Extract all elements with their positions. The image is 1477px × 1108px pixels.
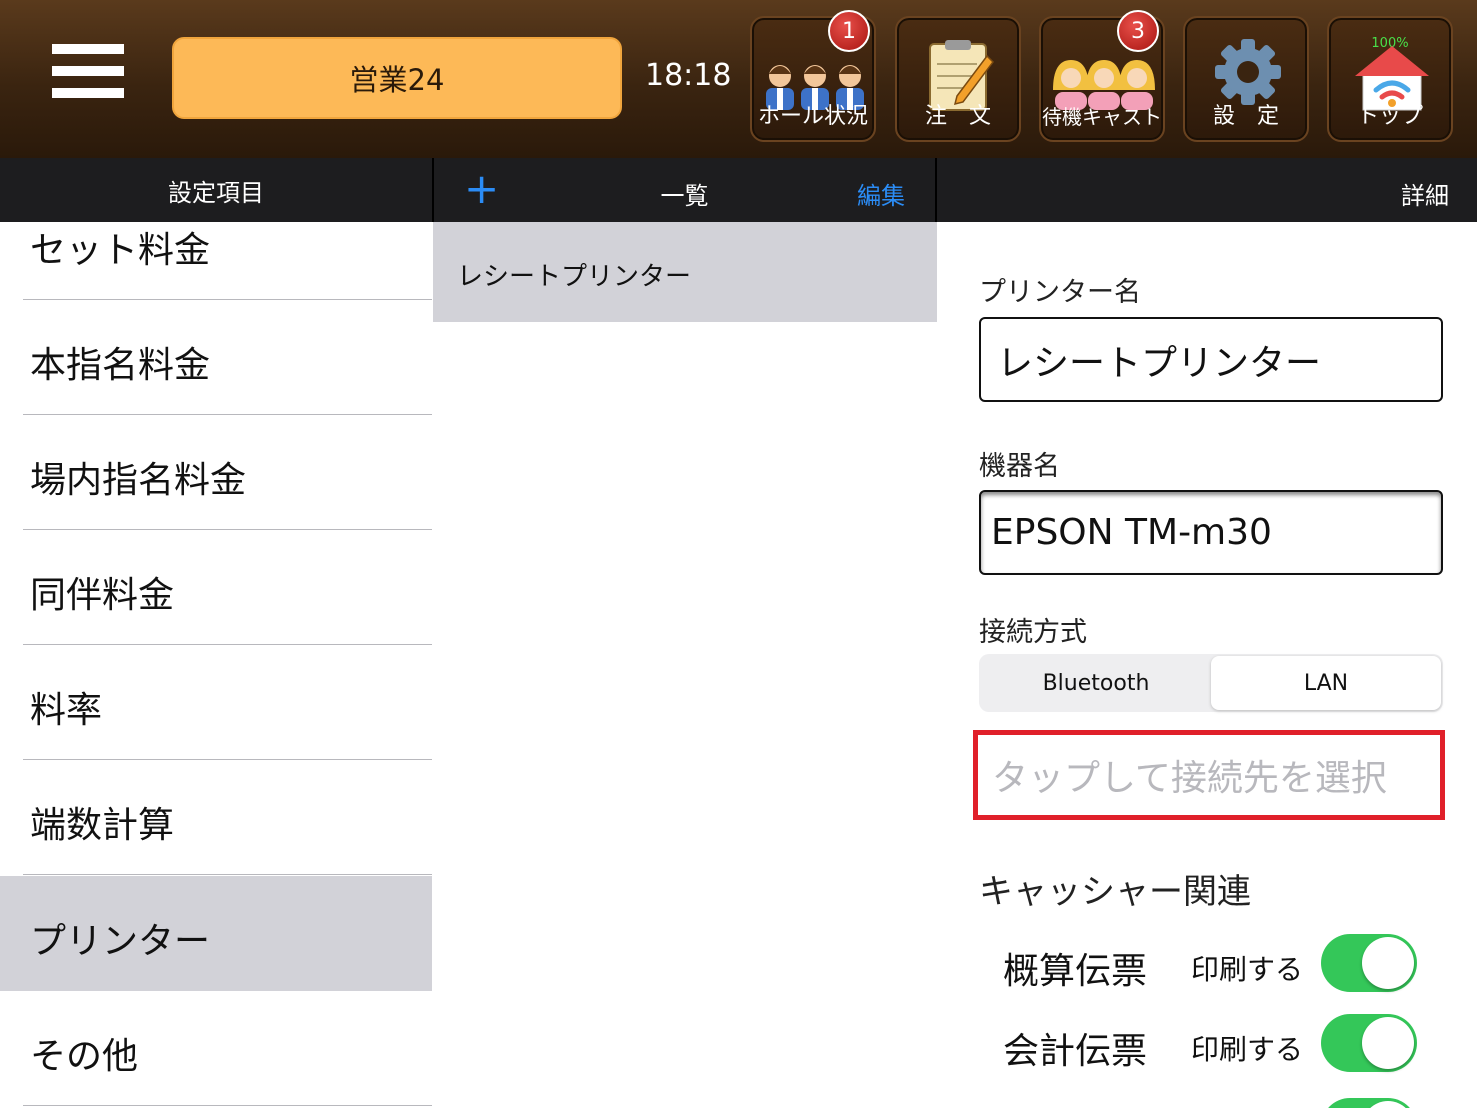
settings-label: 設 定 bbox=[1212, 104, 1279, 129]
hall-status-badge: 1 bbox=[828, 10, 870, 52]
list-item[interactable]: レシートプリンター bbox=[433, 222, 937, 322]
connection-option-bluetooth[interactable]: Bluetooth bbox=[981, 656, 1211, 710]
hall-status-label: ホール状況 bbox=[757, 104, 868, 129]
order-button[interactable]: 注 文 bbox=[895, 16, 1021, 142]
top-label: トップ bbox=[1356, 104, 1423, 129]
settings-item-other[interactable]: その他 bbox=[0, 991, 432, 1106]
settings-item-rate[interactable]: 料率 bbox=[0, 645, 432, 760]
connection-option-lan[interactable]: LAN bbox=[1211, 656, 1441, 710]
settings-button[interactable]: 設 定 bbox=[1183, 16, 1309, 142]
estimate-slip-state: 印刷する bbox=[1191, 953, 1304, 986]
connection-method-segmented-control: Bluetooth LAN bbox=[979, 654, 1443, 712]
estimate-slip-toggle[interactable] bbox=[1321, 934, 1417, 992]
settings-item-set-fee[interactable]: セット料金 bbox=[0, 222, 432, 300]
clock: 18:18 bbox=[645, 58, 732, 93]
device-name-field[interactable]: EPSON TM-m30 bbox=[979, 490, 1443, 575]
edit-button[interactable]: 編集 bbox=[857, 176, 905, 211]
menu-icon[interactable] bbox=[52, 44, 124, 108]
cashier-section-title: キャッシャー関連 bbox=[979, 872, 1251, 912]
order-label: 注 文 bbox=[924, 104, 991, 129]
printer-name-label: プリンター名 bbox=[979, 277, 1141, 308]
settings-item-main-nomination[interactable]: 本指名料金 bbox=[0, 300, 432, 415]
hall-status-button[interactable]: 1 ホール状況 bbox=[750, 10, 876, 142]
checkout-slip-row: 会計伝票 印刷する bbox=[1003, 1014, 1443, 1074]
connection-target-picker[interactable]: タップして接続先を選択 bbox=[973, 730, 1445, 820]
list-column-header: + 一覧 編集 bbox=[432, 158, 937, 222]
checkout-slip-state: 印刷する bbox=[1191, 1033, 1304, 1066]
detail-column-header: 詳細 bbox=[937, 158, 1477, 222]
list-item-label: レシートプリンター bbox=[457, 262, 692, 292]
settings-list: セット料金 本指名料金 場内指名料金 同伴料金 料率 端数計算 プリンター その… bbox=[0, 222, 432, 1108]
printer-list: レシートプリンター bbox=[433, 222, 937, 1108]
estimate-slip-row: 概算伝票 印刷する bbox=[1003, 934, 1443, 994]
next-toggle[interactable] bbox=[1321, 1098, 1417, 1108]
estimate-slip-label: 概算伝票 bbox=[1003, 951, 1148, 992]
printer-detail: プリンター名 レシートプリンター 機器名 EPSON TM-m30 接続方式 B… bbox=[937, 222, 1477, 1108]
settings-item-in-house-nomination[interactable]: 場内指名料金 bbox=[0, 415, 432, 530]
connection-method-label: 接続方式 bbox=[979, 617, 1087, 648]
top-button[interactable]: 100% トップ bbox=[1327, 16, 1453, 142]
settings-item-accompany-fee[interactable]: 同伴料金 bbox=[0, 530, 432, 645]
top-bar: 営業24 18:18 1 ホール状況 注 文 3 待機キャスト 設 定 100%… bbox=[0, 0, 1477, 158]
settings-item-rounding[interactable]: 端数計算 bbox=[0, 760, 432, 875]
business-day-button[interactable]: 営業24 bbox=[172, 37, 622, 119]
detail-column-title: 詳細 bbox=[1401, 182, 1449, 210]
waiting-cast-label: 待機キャスト bbox=[1042, 105, 1162, 129]
device-name-label: 機器名 bbox=[979, 451, 1060, 482]
settings-column-title: 設定項目 bbox=[168, 178, 264, 207]
printer-name-field[interactable]: レシートプリンター bbox=[979, 317, 1443, 402]
waiting-cast-badge: 3 bbox=[1117, 10, 1159, 52]
checkout-slip-label: 会計伝票 bbox=[1003, 1031, 1148, 1072]
settings-item-printer[interactable]: プリンター bbox=[0, 876, 432, 991]
settings-column-header: 設定項目 bbox=[0, 158, 432, 222]
waiting-cast-button[interactable]: 3 待機キャスト bbox=[1039, 10, 1165, 142]
checkout-slip-toggle[interactable] bbox=[1321, 1014, 1417, 1072]
